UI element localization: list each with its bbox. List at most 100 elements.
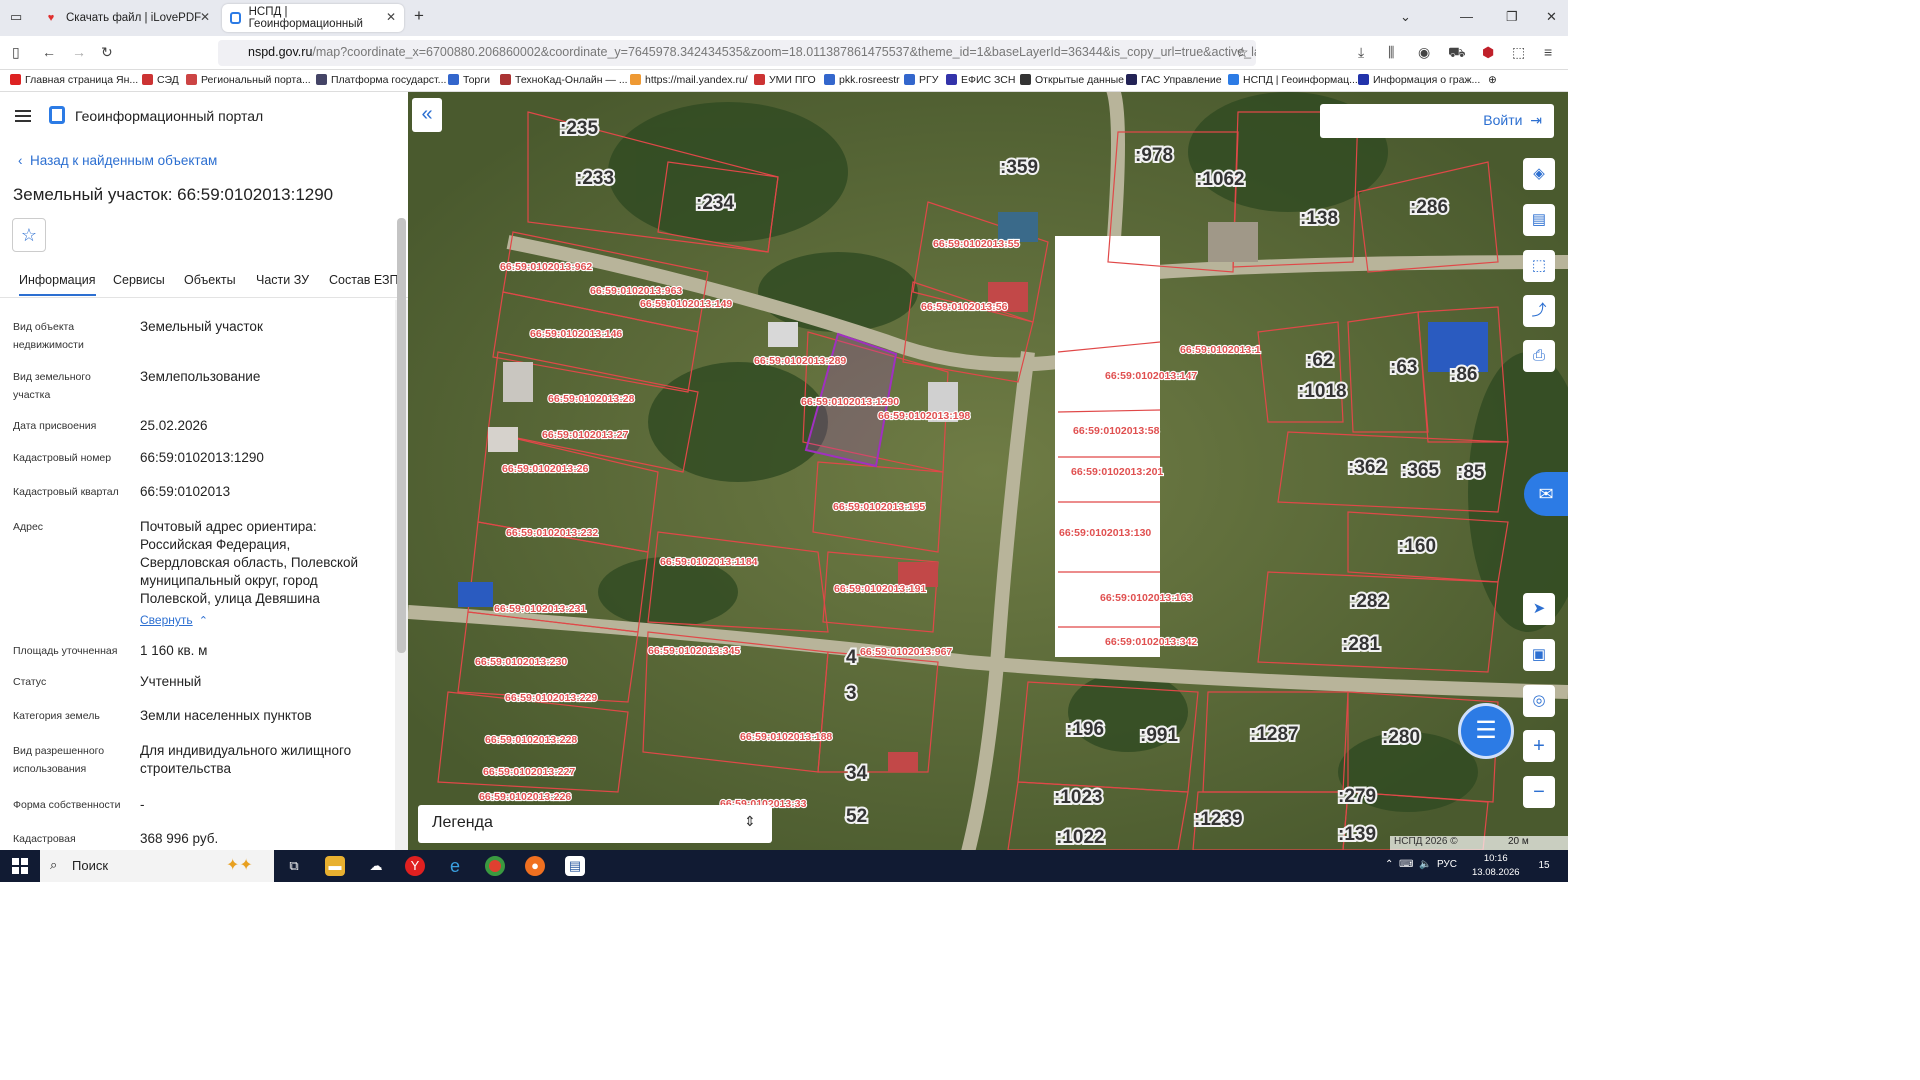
tab-ezp[interactable]: Состав ЕЗП xyxy=(329,273,398,287)
extensions-icon[interactable]: ⬚ xyxy=(1512,44,1525,61)
ruler-icon[interactable]: ▤ xyxy=(1523,204,1555,236)
select-area-icon[interactable]: ⬚ xyxy=(1523,250,1555,282)
portal-logo-icon xyxy=(49,106,65,124)
account-icon[interactable]: ◉ xyxy=(1418,44,1430,61)
chevron-up-icon[interactable]: ⌃ xyxy=(1385,859,1393,870)
bookmarks-bar: Главная страница Ян... СЭД Региональный … xyxy=(0,70,1568,92)
close-window-icon[interactable]: ✕ xyxy=(1546,9,1557,25)
nspd-icon xyxy=(230,12,241,24)
legend-panel[interactable]: Легенда xyxy=(418,805,772,843)
volume-icon[interactable]: 🔈 xyxy=(1419,859,1431,870)
bookmark-item[interactable]: Торги xyxy=(448,74,490,86)
parcel-number: :1022 xyxy=(1056,827,1105,848)
minimap-icon[interactable]: ▣ xyxy=(1523,639,1555,671)
bookmark-item[interactable]: pkk.rosreestr xyxy=(824,74,900,86)
tab-list-icon[interactable]: ⌄ xyxy=(1400,9,1411,25)
scrollbar-thumb[interactable] xyxy=(397,218,406,653)
reload-icon[interactable]: ↻ xyxy=(101,44,113,61)
parcel-number: :279 xyxy=(1338,786,1376,807)
cart-icon[interactable]: ⛟ xyxy=(1448,44,1466,63)
bookmark-item[interactable]: Региональный порта... xyxy=(186,74,311,86)
windows-start-icon[interactable] xyxy=(12,858,28,874)
notifications-icon[interactable]: 15 xyxy=(1534,856,1554,876)
zoom-out-icon[interactable]: − xyxy=(1523,776,1555,808)
parcel-number: :233 xyxy=(576,168,614,189)
forward-icon[interactable]: → xyxy=(72,44,86,60)
tab-objects[interactable]: Объекты xyxy=(184,273,236,287)
tab-services[interactable]: Сервисы xyxy=(113,273,165,287)
edge-icon[interactable]: e xyxy=(445,856,465,876)
back-icon[interactable]: ← xyxy=(42,44,56,60)
bookmark-item[interactable]: https://mail.yandex.ru/ xyxy=(630,74,748,86)
task-view-icon[interactable]: ⧉ xyxy=(284,856,304,876)
back-to-results-link[interactable]: ‹ Назад к найденным объектам xyxy=(18,153,217,168)
tab-parts[interactable]: Части ЗУ xyxy=(256,273,309,287)
assistant-badge-icon[interactable]: ✉ xyxy=(1524,472,1568,516)
bookmark-item[interactable]: ЕФИС ЗСН xyxy=(946,74,1015,86)
chat-icon[interactable]: ☰ xyxy=(1458,703,1514,759)
bookmark-item[interactable]: НСПД | Геоинформац... xyxy=(1228,74,1358,86)
taskbar-search[interactable]: ⌕ Поиск ✦✦ xyxy=(40,850,274,882)
clock[interactable]: 10:16 13.08.2026 xyxy=(1472,852,1520,880)
new-tab-icon[interactable]: + xyxy=(414,6,424,26)
hamburger-menu-icon[interactable] xyxy=(15,110,31,122)
bookmark-item[interactable]: Информация о граж... xyxy=(1358,74,1480,86)
document-icon[interactable]: ▤ xyxy=(565,856,585,876)
parcel-label: 66:59:0102013:1184 xyxy=(660,556,758,568)
collapse-panel-icon[interactable]: « xyxy=(412,98,442,132)
globe-icon[interactable]: ⊕ xyxy=(1488,74,1497,86)
chrome-icon[interactable] xyxy=(485,856,505,876)
bookmark-item[interactable]: Открытые данные xyxy=(1020,74,1124,86)
navigate-icon[interactable]: ➤ xyxy=(1523,593,1555,625)
shield-icon[interactable]: ⬢ xyxy=(1482,44,1494,61)
attribute-list: Вид объекта недвижимости Земельный участо… xyxy=(13,319,359,846)
layers-icon[interactable]: ◈ xyxy=(1523,158,1555,190)
bookmark-item[interactable]: ГАС Управление xyxy=(1126,74,1222,86)
bookmark-item[interactable]: Главная страница Ян... xyxy=(10,74,138,86)
bookmark-item[interactable]: РГУ xyxy=(904,74,938,86)
favorite-star-icon[interactable]: ☆ xyxy=(12,218,46,252)
parcel-label: 66:59:0102013:198 xyxy=(878,410,970,422)
network-icon[interactable]: ⌨ xyxy=(1399,859,1413,870)
close-tab-icon[interactable]: ✕ xyxy=(386,10,396,24)
tab-info[interactable]: Информация xyxy=(19,273,96,296)
parcel-label: 66:59:0102013:230 xyxy=(475,656,567,668)
language-indicator[interactable]: РУС xyxy=(1437,859,1457,870)
library-icon[interactable]: ⫼ xyxy=(1388,44,1394,61)
parcel-label: 66:59:0102013:289 xyxy=(754,355,846,367)
share-icon[interactable]: ⤴ xyxy=(1523,295,1555,327)
restore-icon[interactable]: ❐ xyxy=(1506,9,1518,25)
panel-header: Геоинформационный портал xyxy=(0,92,408,140)
tab-nspd[interactable]: НСПД | Геоинформационный ✕ xyxy=(222,4,404,32)
tab-ilovepdf[interactable]: ♥ Скачать файл | iLovePDF ✕ xyxy=(36,4,218,32)
login-button[interactable]: Войти ⇥ xyxy=(1320,104,1554,138)
firefox-icon[interactable]: ● xyxy=(525,856,545,876)
taskbar: ⌕ Поиск ✦✦ ⧉ ▬ ☁ Y e ● ▤ ⌃ ⌨ 🔈 РУС 10:16 13… xyxy=(0,850,1568,882)
map-view[interactable]: 66:59:0102013:962 66:59:0102013:963 66:59:… xyxy=(408,92,1568,850)
close-tab-icon[interactable]: ✕ xyxy=(200,10,210,24)
minimize-icon[interactable]: — xyxy=(1460,9,1473,24)
bookmark-item[interactable]: Платформа государст... xyxy=(316,74,446,86)
sidebar-icon[interactable]: ▯ xyxy=(12,44,20,61)
app-icon[interactable]: ☁ xyxy=(366,856,386,876)
bookmark-star-icon[interactable]: ☆ xyxy=(1236,44,1249,61)
zoom-in-icon[interactable]: + xyxy=(1523,730,1555,762)
panel-tabs: Информация Сервисы Объекты Части ЗУ Сост… xyxy=(0,270,408,298)
location-icon[interactable]: ◎ xyxy=(1523,685,1555,717)
bookmark-item[interactable]: ТехноКад-Онлайн — ... xyxy=(500,74,628,86)
parcel-label: 66:59:0102013:26 xyxy=(502,463,589,475)
downloads-icon[interactable]: ⤓ xyxy=(1358,44,1364,61)
explorer-icon[interactable]: ▬ xyxy=(325,856,345,876)
bookmark-item[interactable]: СЭД xyxy=(142,74,179,86)
chevron-up-icon[interactable]: ⌃ xyxy=(193,615,208,627)
collapse-link[interactable]: Свернуть xyxy=(140,613,193,627)
chevron-updown-icon[interactable]: ⇕ xyxy=(744,813,756,830)
menu-icon[interactable]: ≡ xyxy=(1544,44,1552,60)
print-icon[interactable]: ⎙ xyxy=(1523,340,1555,372)
address-bar[interactable]: nspd.gov.ru/map?coordinate_x=6700880.206… xyxy=(218,40,1256,66)
parcel-number: :85 xyxy=(1457,462,1485,483)
tab-overview-icon[interactable]: ▭ xyxy=(10,9,22,25)
parcel-label: 66:59:0102013:963 xyxy=(590,285,682,297)
yandex-browser-icon[interactable]: Y xyxy=(405,856,425,876)
bookmark-item[interactable]: УМИ ПГО xyxy=(754,74,816,86)
